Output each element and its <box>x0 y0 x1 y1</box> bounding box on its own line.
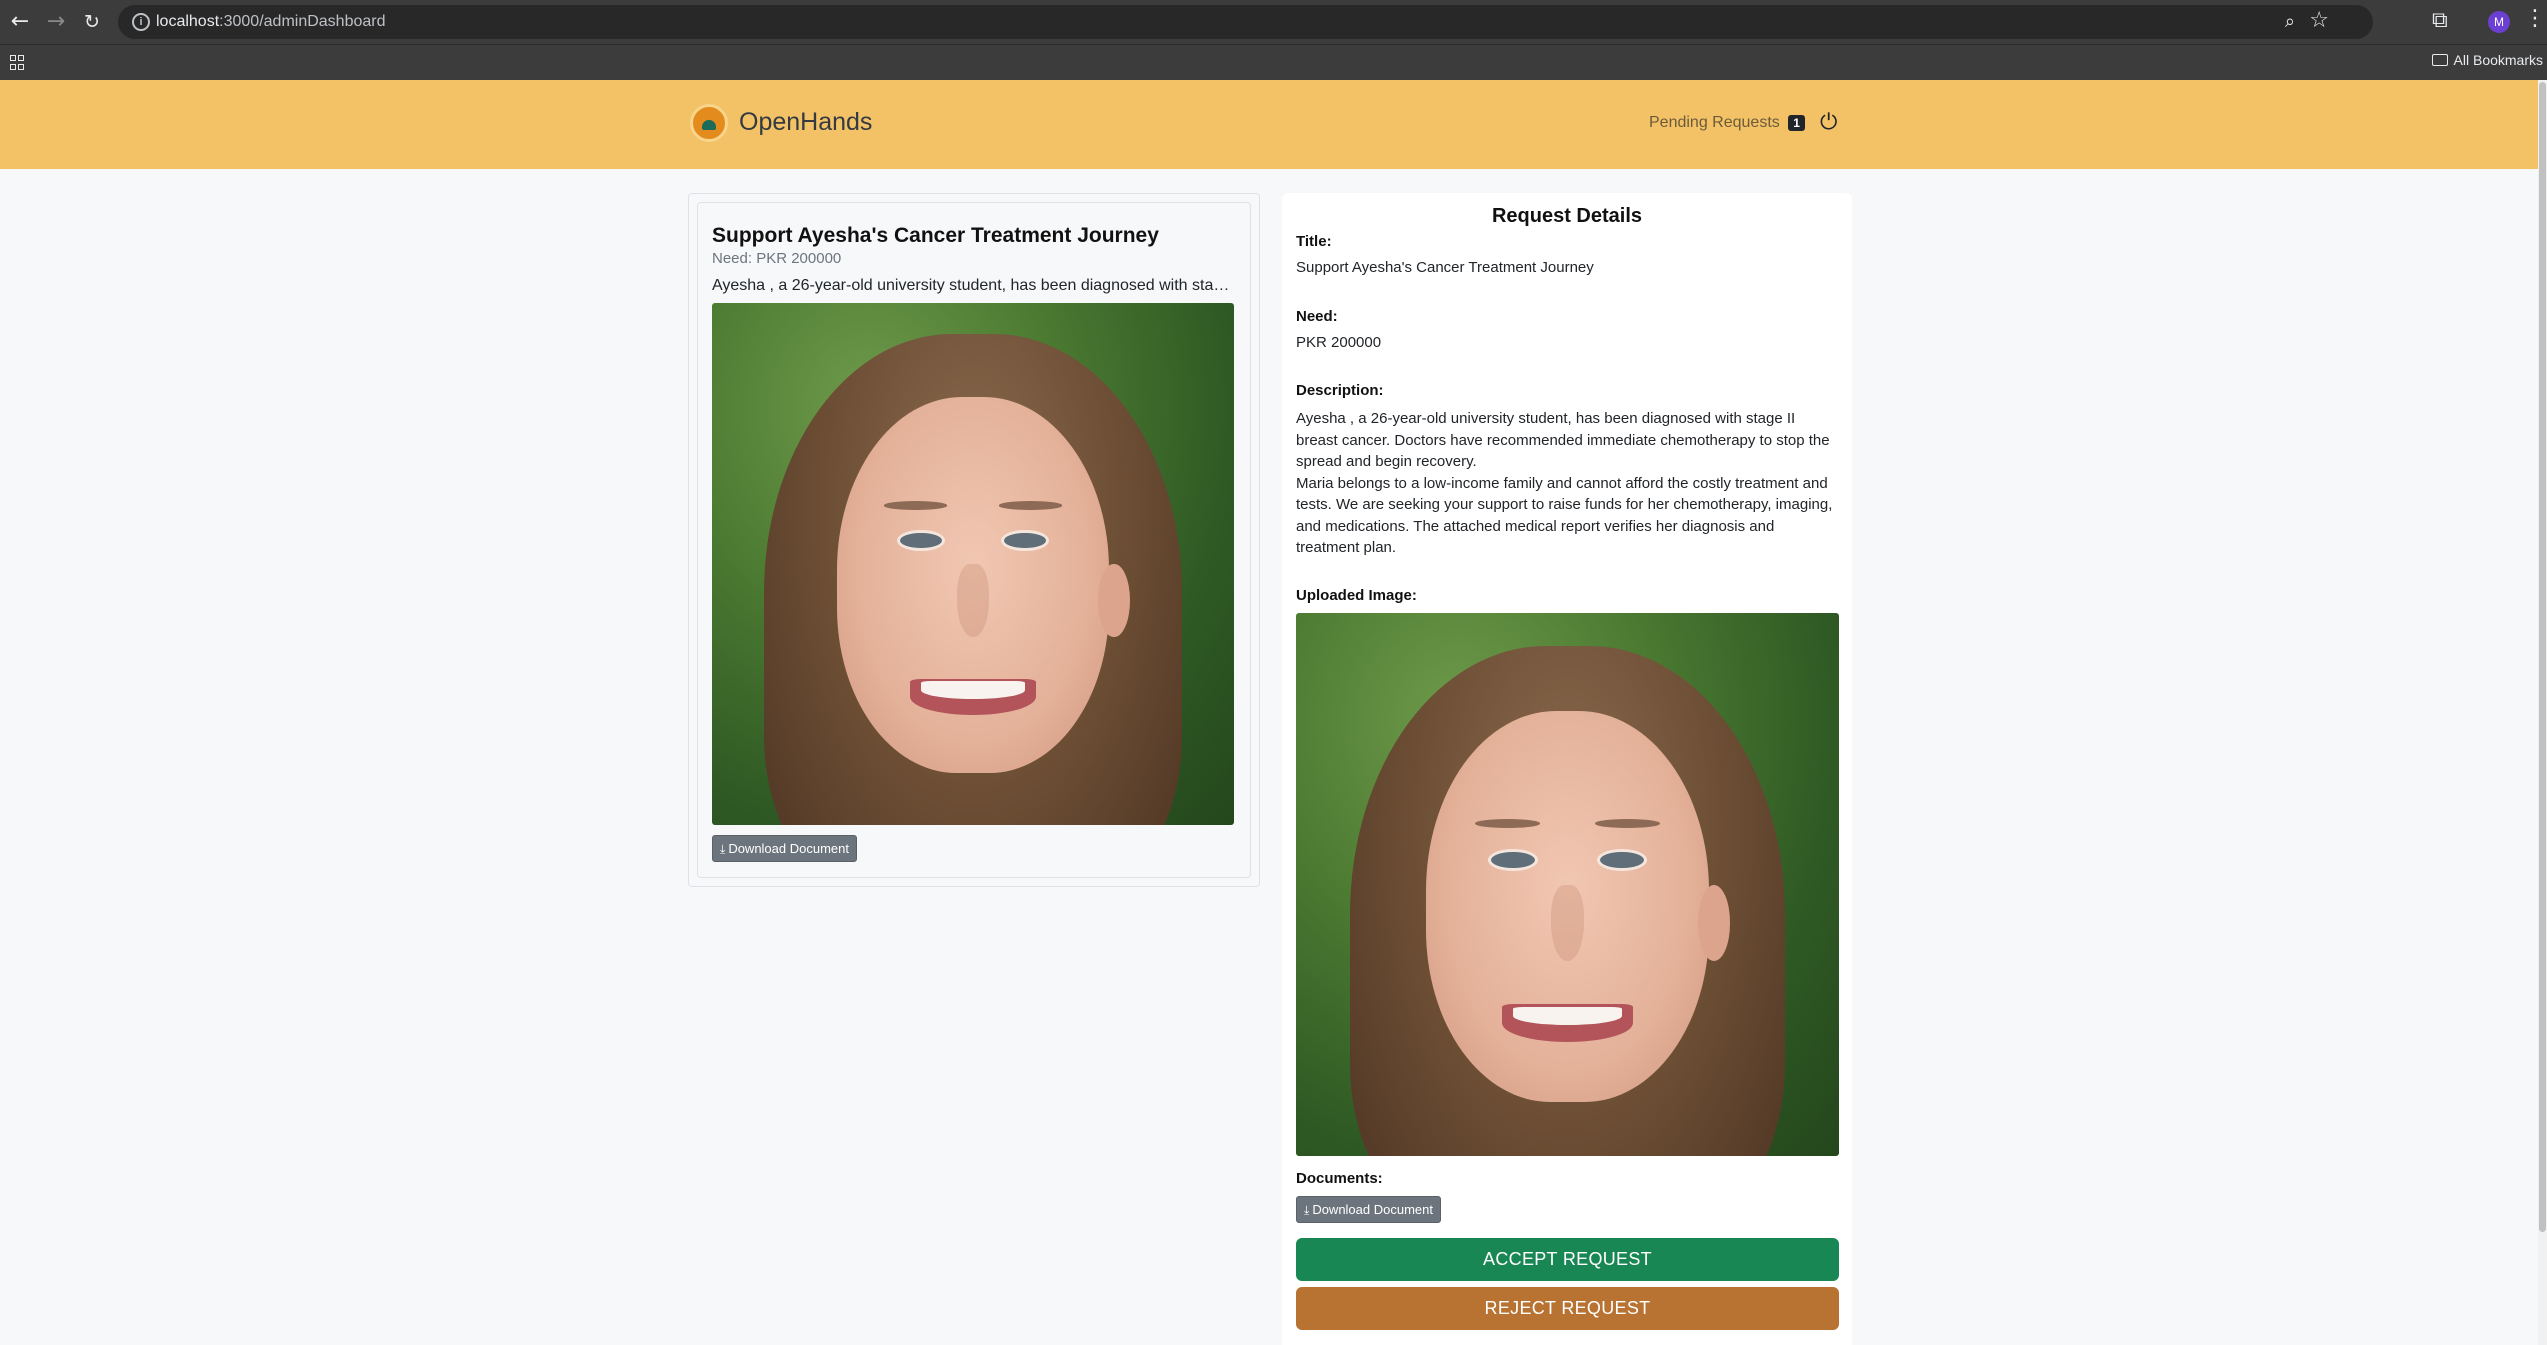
openhands-logo-icon[interactable] <box>690 104 728 142</box>
pending-count-badge: 1 <box>1788 115 1805 131</box>
page-scrollbar[interactable] <box>2538 80 2547 1345</box>
request-details-heading: Request Details <box>1491 205 1643 227</box>
bookmark-star-icon[interactable]: ☆ <box>2309 8 2329 33</box>
need-value: PKR 200000 <box>1296 334 1382 351</box>
details-download-document-button[interactable]: ⤓ Download Document <box>1296 1196 1441 1223</box>
accept-request-button[interactable]: ACCEPT REQUEST <box>1296 1238 1839 1281</box>
need-label: Need: <box>1296 308 1338 325</box>
back-icon[interactable]: ← <box>6 8 34 36</box>
pending-requests-link[interactable]: Pending Requests 1 <box>1649 114 1805 132</box>
request-card-need: Need: PKR 200000 <box>712 250 842 267</box>
request-card-description: Ayesha , a 26-year-old university studen… <box>712 277 1234 294</box>
description-paragraph-2: Maria belongs to a low-income family and… <box>1296 474 1833 557</box>
request-card[interactable]: Support Ayesha's Cancer Treatment Journe… <box>697 202 1251 878</box>
uploaded-image <box>1296 613 1839 1156</box>
logout-power-icon[interactable]: ⏻ <box>1820 110 1837 135</box>
brand-name[interactable]: OpenHands <box>739 108 872 137</box>
request-card-title: Support Ayesha's Cancer Treatment Journe… <box>712 224 1159 247</box>
app-navbar: OpenHands Pending Requests 1 ⏻ <box>0 80 2547 169</box>
documents-label: Documents: <box>1296 1170 1383 1187</box>
forward-icon[interactable]: → <box>42 8 70 36</box>
reload-icon[interactable]: ↻ <box>78 8 106 36</box>
request-card-image <box>712 303 1234 825</box>
menu-kebab-icon[interactable]: ⋮ <box>2524 6 2546 31</box>
download-icon: ⤓ <box>1304 1203 1310 1217</box>
description-paragraph-1: Ayesha , a 26-year-old university studen… <box>1296 410 1830 470</box>
scrollbar-thumb[interactable] <box>2539 82 2546 1232</box>
uploaded-image-label: Uploaded Image: <box>1296 587 1417 604</box>
apps-grid-icon[interactable] <box>10 55 26 71</box>
bookmarks-bar: All Bookmarks <box>0 44 2547 80</box>
description-label: Description: <box>1296 382 1384 399</box>
folder-icon <box>2431 54 2448 66</box>
zoom-icon[interactable]: ⌕ <box>2285 11 2295 32</box>
request-details-panel: Request Details Title: Support Ayesha's … <box>1282 193 1852 1345</box>
title-label: Title: <box>1296 233 1332 250</box>
profile-avatar[interactable]: M <box>2488 11 2510 33</box>
reject-request-button[interactable]: REJECT REQUEST <box>1296 1287 1839 1330</box>
url-text[interactable]: localhost:3000/adminDashboard <box>156 13 386 31</box>
request-list-panel: Support Ayesha's Cancer Treatment Journe… <box>688 193 1260 887</box>
extensions-icon[interactable]: ⧉ <box>2432 8 2448 33</box>
address-bar[interactable]: i localhost:3000/adminDashboard ⌕ ☆ <box>118 5 2373 39</box>
pending-requests-label: Pending Requests <box>1649 114 1780 131</box>
download-icon: ⤓ <box>720 842 726 856</box>
card-download-document-button[interactable]: ⤓ Download Document <box>712 835 857 862</box>
title-value: Support Ayesha's Cancer Treatment Journe… <box>1296 259 1594 276</box>
site-info-icon[interactable]: i <box>132 13 150 31</box>
description-text: Ayesha , a 26-year-old university studen… <box>1296 408 1841 559</box>
all-bookmarks-button[interactable]: All Bookmarks <box>2431 52 2543 68</box>
browser-toolbar: ← → ↻ i localhost:3000/adminDashboard ⌕ … <box>0 0 2547 44</box>
